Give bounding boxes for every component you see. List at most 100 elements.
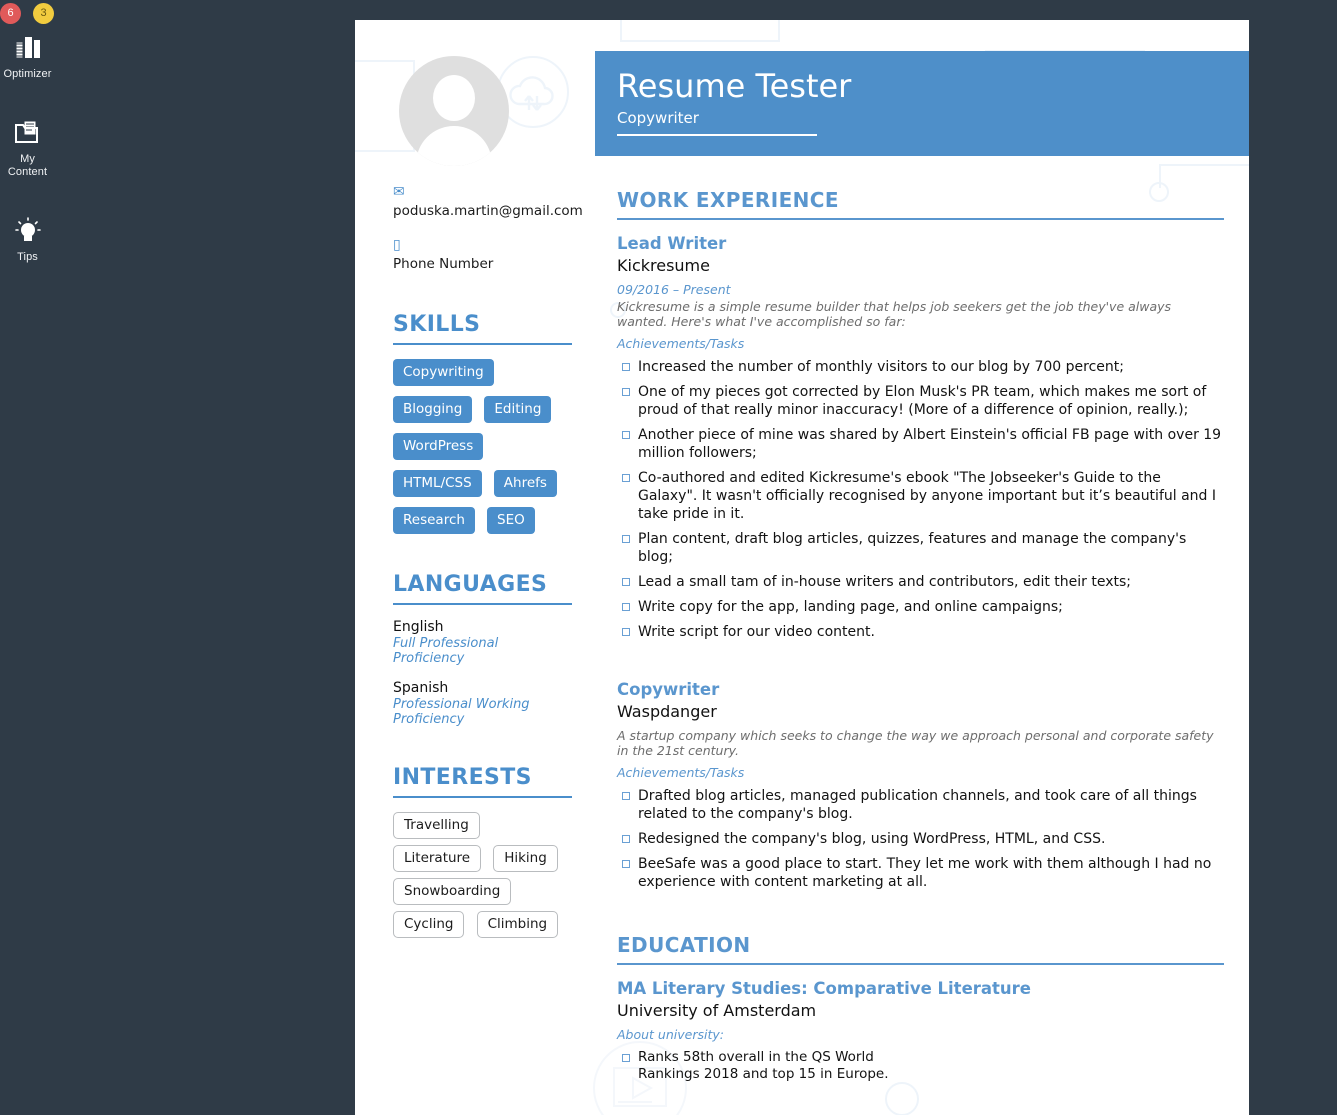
job-bullet: One of my pieces got corrected by Elon M…	[617, 383, 1224, 419]
job-bullet-list: Drafted blog articles, managed publicati…	[617, 787, 1224, 891]
avatar-body	[416, 126, 492, 166]
job-subheading: Achievements/Tasks	[617, 336, 745, 351]
interests-divider	[393, 796, 572, 798]
skill-row: HTML/CSS Ahrefs	[393, 470, 573, 497]
contact-email[interactable]: ✉ poduska.martin@gmail.com	[393, 184, 583, 219]
languages-heading: LANGUAGES	[393, 572, 548, 597]
tips-badge[interactable]: 3	[33, 3, 54, 24]
skill-tag[interactable]: HTML/CSS	[393, 470, 482, 497]
education-bullet: Ranks 58th overall in the QS World Ranki…	[617, 1049, 917, 1083]
language-name: English	[393, 619, 444, 635]
job-company: Waspdanger	[617, 702, 717, 721]
app-sidebar: 6 3 Optimizer My Content Tips	[0, 0, 55, 1115]
education-entry[interactable]: MA Literary Studies: Comparative Literat…	[617, 978, 1224, 1083]
skill-row: Blogging Editing	[393, 396, 573, 423]
skill-tag[interactable]: Blogging	[393, 396, 473, 423]
contact-phone[interactable]: ▯ Phone Number	[393, 237, 573, 272]
bar-chart-icon	[0, 34, 55, 68]
resume-sidebar: ✉ poduska.martin@gmail.com ▯ Phone Numbe…	[355, 20, 595, 1115]
job-role-subtitle: Copywriter	[617, 109, 817, 136]
skill-tag[interactable]: Copywriting	[393, 359, 494, 386]
job-entry[interactable]: Lead Writer Kickresume 09/2016 – Present…	[617, 233, 1224, 641]
interest-row: Literature Hiking	[393, 845, 573, 872]
job-bullet-list: Increased the number of monthly visitors…	[617, 358, 1224, 641]
job-bullet: Another piece of mine was shared by Albe…	[617, 426, 1224, 462]
contact-email-value: poduska.martin@gmail.com	[393, 203, 583, 219]
skill-row: Copywriting	[393, 359, 573, 386]
interest-tag[interactable]: Hiking	[493, 845, 558, 872]
name-banner[interactable]: Resume Tester Copywriter	[595, 51, 1249, 156]
job-description: Kickresume is a simple resume builder th…	[617, 299, 1172, 329]
job-company: Kickresume	[617, 256, 710, 275]
education-bullet-list: Ranks 58th overall in the QS World Ranki…	[617, 1049, 917, 1083]
resume-document: ✉ poduska.martin@gmail.com ▯ Phone Numbe…	[355, 20, 1249, 1115]
skill-tag[interactable]: SEO	[487, 507, 535, 534]
contact-phone-value: Phone Number	[393, 256, 494, 272]
interest-row: Cycling Climbing	[393, 911, 573, 938]
skill-tag[interactable]: Editing	[484, 396, 552, 423]
job-dates: 09/2016 – Present	[617, 282, 731, 297]
languages-divider	[393, 603, 572, 605]
job-bullet: Plan content, draft blog articles, quizz…	[617, 530, 1224, 566]
work-experience-divider	[617, 218, 1224, 220]
job-bullet: Write script for our video content.	[617, 623, 1224, 641]
lightbulb-icon	[0, 217, 55, 251]
envelope-icon: ✉	[393, 184, 405, 200]
skill-tag[interactable]: Research	[393, 507, 475, 534]
skills-heading: SKILLS	[393, 312, 481, 337]
education-divider	[617, 963, 1224, 965]
badge-group: 6 3	[0, 0, 55, 28]
job-subheading: Achievements/Tasks	[617, 765, 745, 780]
sidebar-item-tips[interactable]: Tips	[0, 211, 55, 274]
avatar-head	[433, 75, 475, 121]
skill-row: WordPress	[393, 433, 573, 460]
job-bullet: BeeSafe was a good place to start. They …	[617, 855, 1224, 891]
languages-list: English Full Professional Proficiency Sp…	[393, 619, 573, 727]
skills-list: Copywriting Blogging Editing WordPress H…	[393, 359, 573, 534]
interest-row: Travelling	[393, 812, 573, 839]
avatar[interactable]	[399, 56, 509, 166]
language-item[interactable]: Spanish Professional Working Proficiency	[393, 680, 573, 727]
job-bullet: Lead a small tam of in-house writers and…	[617, 573, 1224, 591]
language-level: Professional Working Proficiency	[393, 697, 530, 727]
education-heading: EDUCATION	[617, 933, 751, 957]
sidebar-item-my-content[interactable]: My Content	[0, 113, 55, 189]
job-bullet: Redesigned the company's blog, using Wor…	[617, 830, 1224, 848]
job-bullet: Write copy for the app, landing page, an…	[617, 598, 1224, 616]
school-name: University of Amsterdam	[617, 1001, 817, 1020]
language-level: Full Professional Proficiency	[393, 636, 499, 666]
skills-divider	[393, 343, 572, 345]
work-experience-heading: WORK EXPERIENCE	[617, 188, 839, 212]
interest-tag[interactable]: Travelling	[393, 812, 480, 839]
interest-tag[interactable]: Cycling	[393, 911, 465, 938]
interest-tag[interactable]: Literature	[393, 845, 482, 872]
sidebar-item-label-my-content: My Content	[7, 153, 48, 178]
job-title: Copywriter	[617, 680, 720, 699]
skill-tag[interactable]: WordPress	[393, 433, 484, 460]
sidebar-item-label-optimizer: Optimizer	[3, 68, 52, 80]
skill-tag[interactable]: Ahrefs	[493, 470, 557, 497]
folder-document-icon	[0, 119, 55, 153]
interest-tag[interactable]: Climbing	[476, 911, 559, 938]
interests-heading: INTERESTS	[393, 765, 532, 790]
work-experience-section: WORK EXPERIENCE Lead Writer Kickresume 0…	[595, 188, 1249, 891]
language-name: Spanish	[393, 680, 449, 696]
skill-row: Research SEO	[393, 507, 573, 534]
job-entry[interactable]: Copywriter Waspdanger A startup company …	[617, 679, 1224, 891]
education-section: EDUCATION MA Literary Studies: Comparati…	[595, 933, 1249, 1115]
interests-list: Travelling Literature Hiking Snowboardin…	[393, 812, 573, 938]
interest-tag[interactable]: Snowboarding	[393, 878, 512, 905]
job-description: A startup company which seeks to change …	[617, 728, 1214, 758]
mobile-phone-icon: ▯	[393, 237, 401, 253]
language-item[interactable]: English Full Professional Proficiency	[393, 619, 573, 666]
job-bullet: Co-authored and edited Kickresume's eboo…	[617, 469, 1224, 523]
interest-row: Snowboarding	[393, 878, 573, 905]
degree-title: MA Literary Studies: Comparative Literat…	[617, 979, 1031, 998]
page-title: Resume Tester	[617, 67, 852, 105]
notifications-badge[interactable]: 6	[0, 3, 21, 24]
education-subheading: About university:	[617, 1027, 724, 1042]
job-bullet: Drafted blog articles, managed publicati…	[617, 787, 1224, 823]
sidebar-item-optimizer[interactable]: Optimizer	[0, 28, 55, 91]
sidebar-item-label-tips: Tips	[17, 251, 38, 263]
resume-main: Resume Tester Copywriter WORK EXPERIENCE…	[595, 20, 1249, 1115]
